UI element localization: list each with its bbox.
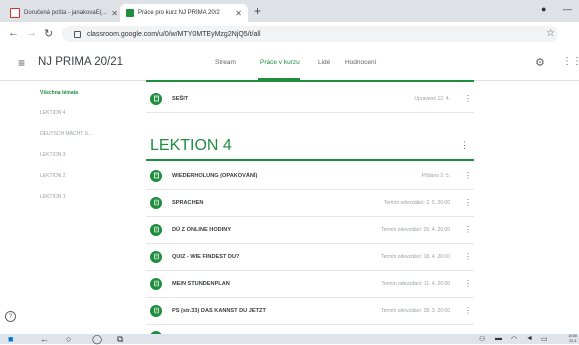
app-header: ≡ NJ PRIMA 20/21 Stream Práce v kurzu Li…	[0, 46, 579, 81]
list-item[interactable]: SEŠIT Upraveno 12. 4. ⋮	[146, 85, 474, 113]
list-item[interactable]: SPRACHEN Termín odevzdání: 2. 5. 20:00 ⋮	[146, 189, 474, 217]
browser-tab-label: Práce pro kurz NJ PRIMA 20/2	[138, 10, 220, 16]
lock-icon	[74, 30, 81, 38]
item-title: QUIZ - WIE FINDEST DU?	[172, 253, 240, 260]
address-bar-row: ← → ↻ classroom.google.com/u/0/w/MTY0MTE…	[0, 22, 579, 47]
item-meta: Termín odevzdání: 11. 4. 20:00	[381, 280, 450, 287]
more-vert-icon[interactable]: ⋮	[462, 306, 474, 315]
browser-tab-gmail[interactable]: Doručená pošta - janakovaE(... ✕	[4, 4, 124, 22]
url-field[interactable]: classroom.google.com/u/0/w/MTY0MTEyMzg2N…	[62, 26, 558, 42]
profile-icon[interactable]: ●	[541, 4, 546, 14]
network-icon[interactable]: ▬	[495, 335, 502, 342]
section-more-vert-icon[interactable]: ⋮	[460, 140, 469, 151]
more-vert-icon[interactable]: ⋮	[462, 279, 474, 288]
forward-icon[interactable]: →	[26, 27, 37, 39]
sidebar-item-lektion-1[interactable]: LEKTION 1	[40, 194, 66, 200]
volume-icon[interactable]: ◄	[526, 335, 533, 342]
assignment-icon	[150, 304, 162, 317]
browser-tab-strip: Doručená pošta - janakovaE(... ✕ Práce p…	[0, 0, 579, 22]
help-icon[interactable]: ?	[5, 311, 16, 322]
more-vert-icon[interactable]: ⋮	[462, 171, 474, 180]
item-meta: Termín odevzdání: 25. 4. 20:00	[381, 226, 450, 233]
close-icon[interactable]: ✕	[111, 9, 118, 18]
bookmark-star-icon[interactable]: ☆	[546, 28, 555, 39]
settings-gear-icon[interactable]: ⚙	[535, 56, 545, 69]
browser-tab-classroom[interactable]: Práce pro kurz NJ PRIMA 20/2 ✕	[120, 4, 248, 22]
back-icon[interactable]: ←	[8, 27, 19, 39]
item-meta: Přidáno 2. 5.	[421, 172, 450, 179]
apps-grid-icon[interactable]: ⋮⋮	[562, 56, 579, 67]
list-item[interactable]: DÚ Z ONLINE HODINY Termín odevzdání: 25.…	[146, 216, 474, 244]
back-icon[interactable]: ←	[40, 334, 49, 344]
wifi-icon[interactable]: ◠	[511, 335, 517, 343]
search-icon[interactable]: ○	[66, 334, 71, 344]
list-item[interactable]: WIEDERHOLUNG (OPAKOVÁNÍ) Přidáno 2. 5. ⋮	[146, 162, 474, 190]
item-meta: Termín odevzdání: 18. 4. 20:00	[381, 253, 450, 260]
material-icon	[150, 169, 162, 182]
section-title: LEKTION 4	[150, 137, 232, 154]
sidebar-item-lektion-4[interactable]: LEKTION 4	[40, 110, 66, 116]
assignment-icon	[150, 223, 162, 236]
gmail-icon	[10, 8, 20, 18]
cortana-icon[interactable]: ◯	[92, 334, 102, 345]
assignment-icon	[150, 196, 162, 209]
more-vert-icon[interactable]: ⋮	[462, 94, 474, 103]
section-divider	[146, 159, 474, 161]
tab-classwork[interactable]: Práce v kurzu	[260, 59, 300, 66]
close-icon[interactable]: ✕	[235, 9, 242, 18]
list-item[interactable]: MEIN STUNDENPLAN Termín odevzdání: 11. 4…	[146, 270, 474, 298]
assignment-icon	[150, 250, 162, 263]
taskbar-clock[interactable]: 19:50 22.4.	[568, 334, 577, 344]
url-text: classroom.google.com/u/0/w/MTY0MTEyMzg2N…	[87, 30, 261, 38]
more-vert-icon[interactable]: ⋮	[462, 225, 474, 234]
clock-date: 22.4.	[569, 339, 577, 343]
list-item[interactable]: QUIZ - WIE FINDEST DU? Termín odevzdání:…	[146, 243, 474, 271]
course-title[interactable]: NJ PRIMA 20/21	[38, 56, 123, 68]
task-view-icon[interactable]: ⧉	[117, 334, 123, 345]
new-tab-icon[interactable]: +	[254, 4, 261, 18]
item-meta: Termín odevzdání: 2. 5. 20:00	[383, 199, 450, 206]
sidebar-item-lektion-3[interactable]: LEKTION 3	[40, 152, 66, 158]
tab-grades[interactable]: Hodnocení	[345, 59, 376, 66]
windows-start-icon[interactable]: ■	[8, 334, 13, 344]
minimize-icon[interactable]: —	[563, 4, 572, 14]
item-title: MEIN STUNDENPLAN	[172, 280, 230, 287]
keyboard-icon[interactable]: ▭	[541, 335, 548, 343]
item-meta: Termín odevzdání: 28. 3. 20:00	[381, 307, 450, 314]
item-title: SPRACHEN	[172, 199, 204, 206]
sidebar-item-deutsch-macht[interactable]: DEUTSCH MACHT S...	[40, 131, 92, 137]
item-title: WIEDERHOLUNG (OPAKOVÁNÍ)	[172, 172, 258, 179]
item-meta: Upraveno 12. 4.	[414, 95, 450, 102]
os-taskbar: ■ ← ○ ◯ ⧉ ⚇ ▬ ◠ ◄ ▭ 19:50 22.4.	[0, 334, 579, 344]
classroom-icon	[126, 9, 134, 17]
hamburger-menu-icon[interactable]: ≡	[18, 56, 25, 70]
browser-tab-label: Doručená pošta - janakovaE(...	[24, 10, 107, 16]
tray-icon[interactable]: ⚇	[479, 335, 485, 343]
tab-people[interactable]: Lidé	[318, 59, 330, 66]
more-vert-icon[interactable]: ⋮	[462, 252, 474, 261]
item-title: DÚ Z ONLINE HODINY	[172, 226, 232, 233]
tab-stream[interactable]: Stream	[215, 59, 236, 66]
list-item[interactable]: PS (str.33) DAS KANNST DU JETZT Termín o…	[146, 297, 474, 325]
material-icon	[150, 92, 162, 105]
reload-icon[interactable]: ↻	[44, 27, 53, 40]
item-title: PS (str.33) DAS KANNST DU JETZT	[172, 307, 266, 314]
more-vert-icon[interactable]: ⋮	[462, 198, 474, 207]
sidebar-item-all-topics[interactable]: Všechna témata	[40, 90, 78, 96]
sidebar-item-lektion-2[interactable]: LEKTION 2	[40, 173, 66, 179]
item-title: SEŠIT	[172, 95, 189, 102]
section-divider	[146, 80, 474, 82]
assignment-icon	[150, 277, 162, 290]
